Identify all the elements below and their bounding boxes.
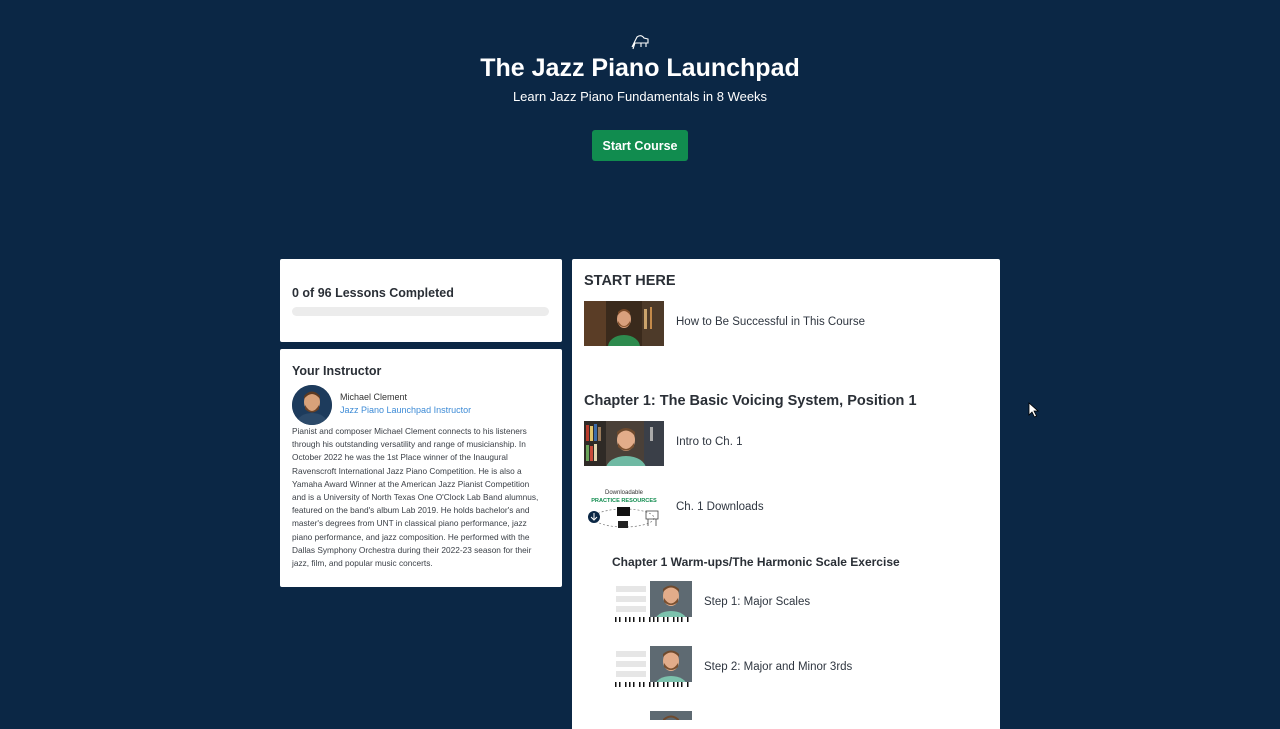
lesson-item[interactable]: Downloadable PRACTICE RESOURCES Ch. 1 Do…	[584, 486, 984, 532]
instructor-role-link[interactable]: Jazz Piano Launchpad Instructor	[340, 405, 471, 415]
lesson-item[interactable]: How to Be Successful in This Course	[584, 301, 984, 347]
sheet-video-thumbnail	[612, 646, 692, 691]
bio-line: featured on the band's album Lab 2019. H…	[292, 505, 530, 516]
bio-line: Yamaha Award Winner at the American Jazz…	[292, 478, 530, 489]
course-hero: The Jazz Piano Launchpad Learn Jazz Pian…	[0, 0, 1280, 240]
lesson-item[interactable]: Step 2: Major and Minor 3rds	[612, 646, 984, 692]
curriculum-panel: START HERE How to Be Successful in This …	[572, 259, 1000, 729]
piano-icon	[631, 35, 649, 50]
downloads-line-1: Downloadable	[605, 490, 644, 496]
subsection-title-warmups: Chapter 1 Warm-ups/The Harmonic Scale Ex…	[612, 555, 900, 569]
mouse-cursor-icon	[1028, 402, 1040, 418]
instructor-avatar	[292, 385, 332, 425]
bio-line: through his outstanding versatility and …	[292, 439, 526, 450]
downloads-line-2: PRACTICE RESOURCES	[591, 498, 657, 504]
progress-bar	[292, 307, 549, 316]
bio-line: and is a University of North Texas One O…	[292, 492, 539, 503]
instructor-bio: Pianist and composer Michael Clement con…	[292, 425, 554, 570]
bio-line: jazz, film, and popular music concerts.	[292, 558, 433, 569]
video-thumbnail	[584, 301, 664, 346]
instructor-card: Your Instructor Michael Clement Jazz Pia…	[280, 349, 562, 587]
lesson-item[interactable]: Step 1: Major Scales	[612, 581, 984, 627]
lesson-title: Intro to Ch. 1	[676, 436, 743, 448]
lesson-title: Ch. 1 Downloads	[676, 501, 764, 513]
sheet-video-thumbnail	[612, 581, 692, 626]
lesson-title: How to Be Successful in This Course	[676, 316, 865, 328]
start-course-button[interactable]: Start Course	[592, 130, 688, 161]
bio-line: piano performance, and jazz composition.…	[292, 531, 530, 542]
bio-line: master's degrees from UNT in classical p…	[292, 518, 527, 529]
progress-card: 0 of 96 Lessons Completed	[280, 259, 562, 342]
lessons-completed-label: 0 of 96 Lessons Completed	[292, 286, 454, 300]
course-subtitle: Learn Jazz Piano Fundamentals in 8 Weeks	[512, 89, 768, 104]
lesson-title: Step 2: Major and Minor 3rds	[704, 661, 853, 673]
bio-line: Ravenscroft International Jazz Piano Com…	[292, 465, 522, 476]
bio-line: Pianist and composer Michael Clement con…	[292, 426, 527, 436]
lesson-title: Step 1: Major Scales	[704, 596, 811, 608]
section-title-chapter-1: Chapter 1: The Basic Voicing System, Pos…	[584, 393, 917, 409]
bio-line: Dallas Symphony Orchestra during their 2…	[292, 544, 532, 555]
section-title-start-here: START HERE	[584, 273, 676, 289]
lesson-item[interactable]	[612, 711, 984, 720]
sheet-video-thumbnail	[612, 711, 692, 720]
downloads-thumbnail: Downloadable PRACTICE RESOURCES	[584, 486, 664, 531]
instructor-heading: Your Instructor	[292, 364, 382, 378]
instructor-name: Michael Clement	[340, 392, 408, 402]
bio-line: October 2022 he was the 1st Place winner…	[292, 452, 508, 463]
lesson-item[interactable]: Intro to Ch. 1	[584, 421, 984, 467]
video-thumbnail	[584, 421, 664, 466]
course-title: The Jazz Piano Launchpad	[480, 54, 800, 82]
